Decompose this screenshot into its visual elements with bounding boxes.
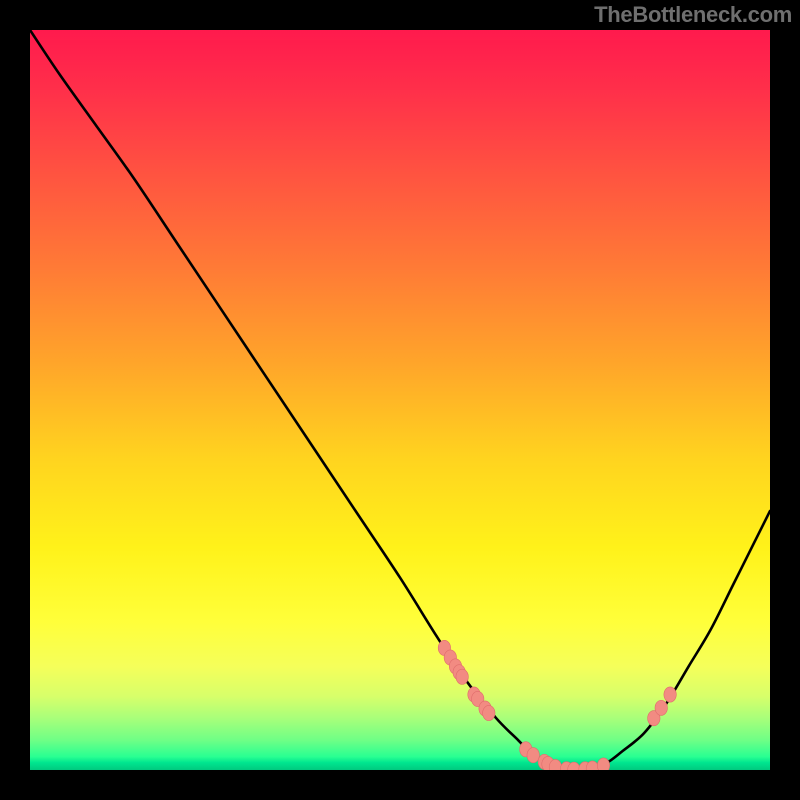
data-markers (438, 640, 676, 770)
chart-container: TheBottleneck.com (0, 0, 800, 800)
plot-svg (30, 30, 770, 770)
data-marker (527, 748, 539, 763)
bottleneck-curve (30, 30, 770, 770)
data-marker (483, 705, 495, 720)
attribution-text: TheBottleneck.com (594, 2, 792, 28)
plot-area (30, 30, 770, 770)
data-marker (664, 687, 676, 702)
data-marker (456, 669, 468, 684)
data-marker (597, 758, 609, 770)
data-marker (655, 700, 667, 715)
